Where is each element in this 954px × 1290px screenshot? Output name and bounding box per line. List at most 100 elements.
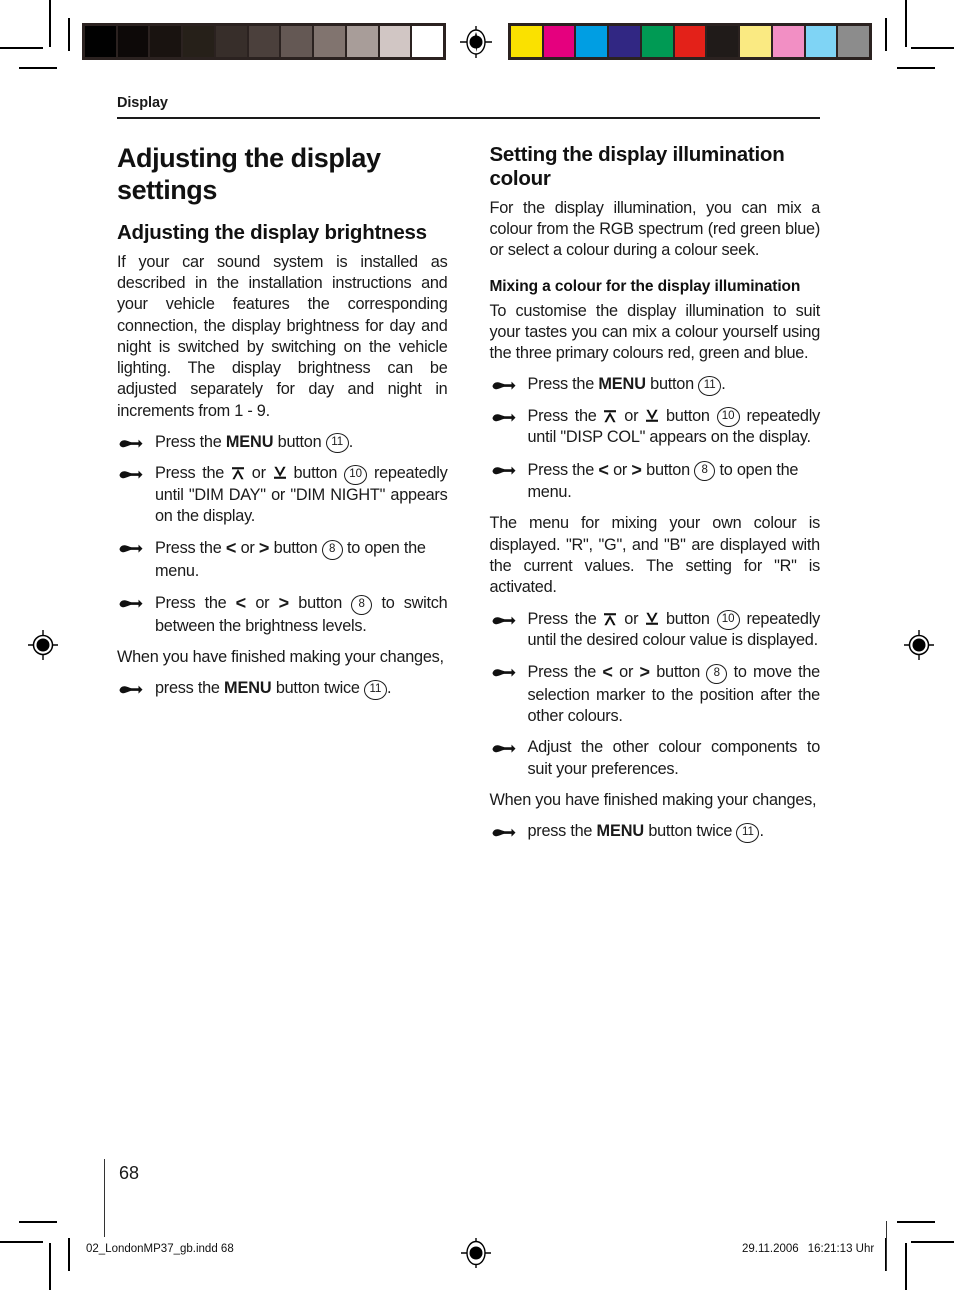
button-name-label: MENU — [598, 375, 646, 394]
key-reference-badge: 10 — [344, 464, 368, 485]
crop-mark-bottom-left-vertical — [49, 1243, 51, 1290]
key-reference-badge: 11 — [325, 433, 349, 454]
key-reference-badge: 11 — [363, 679, 387, 700]
paragraph-brightness-closing: When you have finished making your chang… — [117, 647, 444, 666]
instruction-step: Press the < or > button 8 to open the me… — [117, 537, 448, 582]
header-rule — [117, 116, 820, 120]
chevron-left-icon: < — [235, 593, 247, 614]
pointing-hand-bullet-icon — [119, 543, 143, 555]
calibration-swatch — [215, 26, 247, 57]
down-arrow-bar-icon — [273, 466, 287, 480]
paragraph-illumination-intro: For the display illumination, you can mi… — [489, 198, 821, 260]
chevron-left-icon: < — [598, 459, 609, 480]
crop-mark-bottom-right-vertical — [905, 1243, 907, 1290]
button-name-label: MENU — [596, 822, 645, 841]
instruction-step: Adjust the other colour components to su… — [490, 737, 821, 780]
calibration-swatch — [314, 26, 345, 57]
crop-mark-top-right-vertical — [905, 0, 907, 47]
key-reference-badge: 10 — [716, 610, 740, 631]
instruction-step: Press the or button 10 repeatedly until … — [117, 463, 448, 527]
calibration-swatch — [150, 26, 182, 57]
crop-mark-top-left-horizontal — [0, 47, 43, 49]
down-arrow-bar-icon — [645, 409, 659, 423]
registration-target-bottom-center — [459, 1236, 493, 1270]
down-arrow-bar-icon — [645, 612, 659, 626]
calibration-swatch — [117, 26, 149, 57]
bleed-mark-top-left-vertical — [68, 18, 70, 51]
calibration-swatch — [281, 26, 313, 57]
instruction-step: press the MENU button twice 11. — [117, 678, 448, 700]
registration-target-right-middle — [902, 628, 936, 662]
instruction-text: Adjust the other colour components to su… — [527, 738, 821, 778]
button-name-label: MENU — [224, 679, 272, 698]
calibration-swatch — [772, 26, 804, 57]
up-arrow-bar-icon — [603, 409, 617, 423]
calibration-swatch — [248, 26, 280, 57]
left-column: Adjusting the display settings Adjusting… — [117, 143, 448, 852]
section-title-illumination: Setting the display illumination colour — [489, 143, 785, 190]
grayscale-calibration-bar — [82, 23, 446, 60]
crop-mark-bottom-right-horizontal — [911, 1241, 954, 1243]
key-reference-badge: 8 — [694, 461, 716, 482]
step-list-mixing-b: Press the or button 10 repeatedly until … — [490, 609, 821, 780]
pointing-hand-bullet-icon — [492, 380, 516, 392]
pointing-hand-bullet-icon — [119, 438, 143, 450]
calibration-swatch — [412, 26, 444, 57]
pointing-hand-bullet-icon — [492, 615, 516, 627]
running-head: Display — [117, 95, 168, 111]
instruction-step: Press the or button 10 repeatedly until … — [490, 609, 820, 652]
pointing-hand-bullet-icon — [119, 684, 143, 696]
colour-calibration-bar — [508, 23, 872, 60]
pointing-hand-bullet-icon — [492, 465, 516, 477]
chevron-right-icon: > — [258, 538, 270, 559]
instruction-step: Press the < or > button 8 to move the se… — [490, 661, 820, 727]
right-column: Setting the display illumination colour … — [489, 143, 821, 852]
key-reference-badge: 10 — [716, 407, 740, 428]
key-reference-badge: 11 — [698, 375, 722, 396]
chevron-left-icon: < — [225, 538, 237, 559]
bleed-mark-bottom-left-horizontal — [19, 1221, 57, 1223]
up-arrow-bar-icon — [603, 612, 617, 626]
pointing-hand-bullet-icon — [119, 598, 143, 610]
up-arrow-bar-icon — [231, 466, 245, 480]
footer-filename: 02_LondonMP37_gb.indd 68 — [86, 1243, 234, 1255]
instruction-step: Press the MENU button 11. — [117, 432, 448, 454]
footer-time: 16:21:13 Uhr — [807, 1243, 875, 1255]
key-reference-badge: 8 — [321, 539, 343, 560]
step-list-mixing-closing: press the MENU button twice 11. — [490, 821, 821, 843]
calibration-swatch — [576, 26, 608, 57]
calibration-swatch — [183, 26, 214, 57]
bleed-mark-top-left-horizontal — [19, 67, 57, 69]
instruction-step: press the MENU button twice 11. — [490, 821, 821, 843]
pointing-hand-bullet-icon — [492, 827, 516, 839]
step-list-mixing-a: Press the MENU button 11. Press the or bu… — [490, 374, 820, 503]
calibration-swatch — [641, 26, 673, 57]
sub-title-mixing-colour: Mixing a colour for the display illumina… — [489, 278, 801, 296]
registration-target-left-middle — [26, 628, 60, 662]
crop-mark-top-left-vertical — [49, 0, 51, 47]
calibration-swatch — [379, 26, 411, 57]
instruction-step: Press the < or > button 8 to switch betw… — [117, 592, 448, 637]
footer-date: 29.11.2006 — [742, 1243, 799, 1255]
two-column-layout: Adjusting the display settings Adjusting… — [117, 143, 820, 852]
section-title-brightness: Adjusting the display brightness — [117, 221, 427, 245]
calibration-swatch — [85, 26, 116, 57]
bleed-mark-top-right-vertical — [885, 18, 887, 51]
bleed-mark-bottom-right-horizontal — [897, 1221, 935, 1223]
calibration-swatch — [838, 26, 870, 57]
footer-timestamp: 29.11.2006 16:21:13 Uhr — [742, 1243, 874, 1255]
calibration-swatch — [346, 26, 378, 57]
paragraph-mixing-mid: The menu for mixing your own colour is d… — [489, 514, 821, 597]
calibration-swatch — [674, 26, 706, 57]
paragraph-mixing-closing: When you have finished making your chang… — [489, 790, 817, 809]
chevron-right-icon: > — [278, 593, 290, 614]
bleed-mark-bottom-left-vertical — [68, 1238, 70, 1271]
calibration-swatch — [740, 26, 771, 57]
paragraph-mixing-intro: To customise the display illumination to… — [489, 301, 821, 363]
page-guide-left — [104, 1159, 105, 1237]
step-list-brightness: Press the MENU button 11. Press the or bu… — [117, 432, 448, 637]
pointing-hand-bullet-icon — [492, 743, 516, 755]
calibration-swatch — [805, 26, 837, 57]
chevron-right-icon: > — [631, 459, 642, 480]
pointing-hand-bullet-icon — [492, 412, 516, 424]
